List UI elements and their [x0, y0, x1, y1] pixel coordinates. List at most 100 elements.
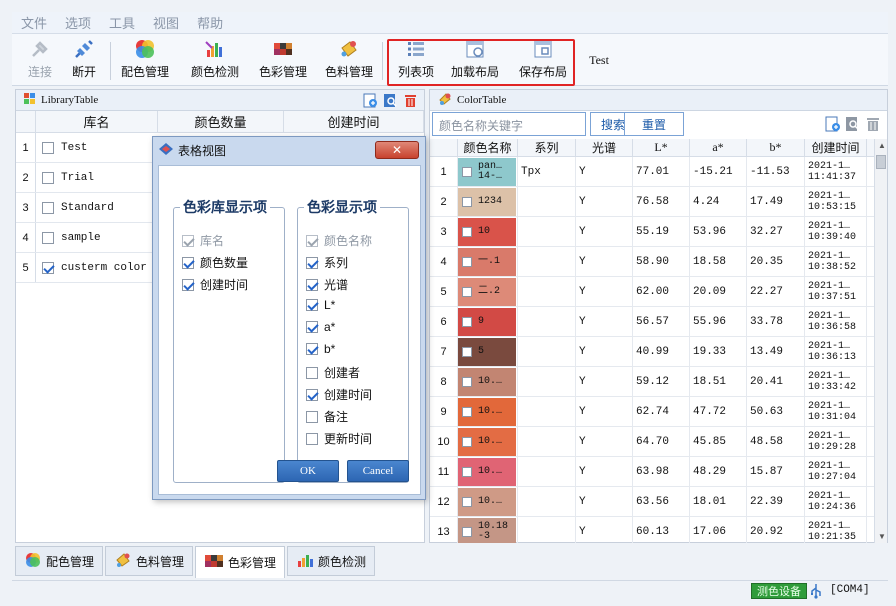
- color-row[interactable]: 12 10.… Y 63.56 18.01 22.39 2021-1… 10:24:36: [430, 487, 874, 517]
- library-checkbox[interactable]: [42, 201, 54, 214]
- option-checkbox[interactable]: [306, 299, 318, 311]
- dialog-app-icon: [159, 142, 173, 158]
- col-a[interactable]: a*: [690, 139, 747, 156]
- color-L: 60.13: [633, 517, 690, 543]
- option-checkbox-item[interactable]: 颜色名称: [306, 232, 372, 249]
- color-row[interactable]: 7 5 Y 40.99 19.33 13.49 2021-1… 10:36:13: [430, 337, 874, 367]
- color-time: 10:36:13: [808, 351, 857, 363]
- color-checkbox[interactable]: [462, 166, 472, 177]
- color-row[interactable]: 1 pan… 14-… Tpx Y 77.01 -15.21 -11.53 2021-1… 11…: [430, 157, 874, 187]
- tab-material-manage[interactable]: 色料管理: [105, 546, 194, 576]
- library-checkbox[interactable]: [42, 261, 54, 274]
- color-checkbox[interactable]: [462, 196, 472, 207]
- option-checkbox[interactable]: [306, 278, 318, 291]
- dialog-close-button[interactable]: ✕: [375, 141, 419, 159]
- color-manage-button[interactable]: 色彩管理: [256, 36, 310, 84]
- color-row[interactable]: 9 10.… Y 62.74 47.72 50.63 2021-1… 10:31:04: [430, 397, 874, 427]
- material-manage-button[interactable]: 色料管理: [322, 36, 376, 84]
- option-checkbox[interactable]: [182, 278, 194, 291]
- color-checkbox[interactable]: [462, 256, 472, 267]
- col-library-name[interactable]: 库名: [36, 111, 158, 132]
- scroll-up-icon[interactable]: ▲: [878, 141, 886, 150]
- option-checkbox[interactable]: [306, 256, 318, 269]
- color-row[interactable]: 4 一.1 Y 58.90 18.58 20.35 2021-1… 10:38:52: [430, 247, 874, 277]
- color-row[interactable]: 13 10.18 -3 Y 60.13 17.06 20.92 2021-1… 10:21:3…: [430, 517, 874, 543]
- tab-color-match[interactable]: 配色管理: [15, 546, 104, 576]
- cancel-button[interactable]: Cancel: [347, 460, 409, 482]
- col-create-time[interactable]: 创建时间: [284, 111, 424, 132]
- color-row[interactable]: 10 10.… Y 64.70 45.85 48.58 2021-1… 10:29:28: [430, 427, 874, 457]
- tab-color-manage[interactable]: 色彩管理: [195, 546, 286, 578]
- color-checkbox[interactable]: [462, 526, 472, 537]
- color-checkbox[interactable]: [462, 286, 472, 297]
- color-detect-button[interactable]: 颜色检测: [188, 36, 242, 84]
- color-row[interactable]: 8 10.… Y 59.12 18.51 20.41 2021-1… 10:33:42: [430, 367, 874, 397]
- library-checkbox[interactable]: [42, 171, 54, 184]
- col-spectrum[interactable]: 光谱: [576, 139, 633, 156]
- option-checkbox[interactable]: [306, 388, 318, 401]
- color-row[interactable]: 6 9 Y 56.57 55.96 33.78 2021-1… 10:36:58: [430, 307, 874, 337]
- option-checkbox[interactable]: [306, 343, 318, 355]
- library-checkbox[interactable]: [42, 231, 54, 244]
- tab-color-detect[interactable]: 颜色检测: [287, 546, 376, 576]
- option-checkbox-item[interactable]: L*: [306, 298, 335, 312]
- library-checkbox[interactable]: [42, 141, 54, 154]
- option-checkbox[interactable]: [182, 256, 194, 269]
- color-checkbox[interactable]: [462, 406, 472, 417]
- col-color-count[interactable]: 颜色数量: [158, 111, 284, 132]
- col-color-name[interactable]: 颜色名称: [458, 139, 518, 156]
- scroll-down-icon[interactable]: ▼: [878, 532, 886, 541]
- col-L[interactable]: L*: [633, 139, 690, 156]
- option-checkbox-item[interactable]: 系列: [306, 254, 348, 271]
- delete-icon[interactable]: [403, 93, 418, 111]
- scroll-thumb[interactable]: [876, 155, 886, 169]
- color-row[interactable]: 5 二.2 Y 62.00 20.09 22.27 2021-1… 10:37:51: [430, 277, 874, 307]
- add-color-icon[interactable]: [825, 116, 841, 135]
- menu-item-3[interactable]: 视图: [144, 13, 188, 32]
- color-search-input[interactable]: 颜色名称关键字: [432, 112, 586, 136]
- search-color-icon[interactable]: [845, 116, 861, 135]
- menu-item-2[interactable]: 工具: [100, 13, 144, 32]
- col-color-create-time[interactable]: 创建时间: [805, 139, 867, 156]
- vertical-scrollbar[interactable]: ▲ ▼: [874, 139, 887, 543]
- option-checkbox-item[interactable]: 创建者: [306, 364, 360, 381]
- color-checkbox[interactable]: [462, 316, 472, 327]
- option-checkbox-item[interactable]: a*: [306, 320, 335, 334]
- add-icon[interactable]: [363, 93, 378, 111]
- col-b[interactable]: b*: [747, 139, 805, 156]
- option-checkbox-item[interactable]: 库名: [182, 232, 224, 249]
- color-checkbox[interactable]: [462, 376, 472, 387]
- reset-button[interactable]: 重置: [624, 112, 684, 136]
- color-checkbox[interactable]: [462, 346, 472, 357]
- color-checkbox[interactable]: [462, 496, 472, 507]
- menu-item-1[interactable]: 选项: [56, 13, 100, 32]
- color-match-button[interactable]: 配色管理: [118, 36, 172, 84]
- row-number: 2: [16, 163, 36, 192]
- ok-button[interactable]: OK: [277, 460, 339, 482]
- color-row[interactable]: 2 1234 Y 76.58 4.24 17.49 2021-1… 10:53:15: [430, 187, 874, 217]
- color-row[interactable]: 11 10.… Y 63.98 48.29 15.87 2021-1… 10:27:04: [430, 457, 874, 487]
- option-checkbox-item[interactable]: 创建时间: [182, 276, 248, 293]
- option-checkbox[interactable]: [306, 410, 318, 423]
- option-checkbox-item[interactable]: 更新时间: [306, 430, 372, 447]
- option-checkbox-item[interactable]: 光谱: [306, 276, 348, 293]
- search-doc-icon[interactable]: [383, 93, 398, 111]
- color-row[interactable]: 3 10 Y 55.19 53.96 32.27 2021-1… 10:39:40: [430, 217, 874, 247]
- color-checkbox[interactable]: [462, 436, 472, 447]
- option-checkbox[interactable]: [306, 432, 318, 445]
- option-checkbox[interactable]: [306, 366, 318, 379]
- menu-item-4[interactable]: 帮助: [188, 13, 232, 32]
- option-checkbox-item[interactable]: 备注: [306, 408, 348, 425]
- disconnect-button[interactable]: 断开: [66, 36, 102, 84]
- option-checkbox-item[interactable]: 创建时间: [306, 386, 372, 403]
- col-series[interactable]: 系列: [518, 139, 576, 156]
- test-button[interactable]: Test: [582, 36, 616, 84]
- delete-color-icon[interactable]: [865, 116, 881, 135]
- connect-button[interactable]: 连接: [22, 36, 58, 84]
- option-checkbox[interactable]: [306, 321, 318, 333]
- color-checkbox[interactable]: [462, 466, 472, 477]
- option-checkbox-item[interactable]: 颜色数量: [182, 254, 248, 271]
- menu-item-0[interactable]: 文件: [12, 13, 56, 32]
- color-checkbox[interactable]: [462, 226, 472, 237]
- option-checkbox-item[interactable]: b*: [306, 342, 335, 356]
